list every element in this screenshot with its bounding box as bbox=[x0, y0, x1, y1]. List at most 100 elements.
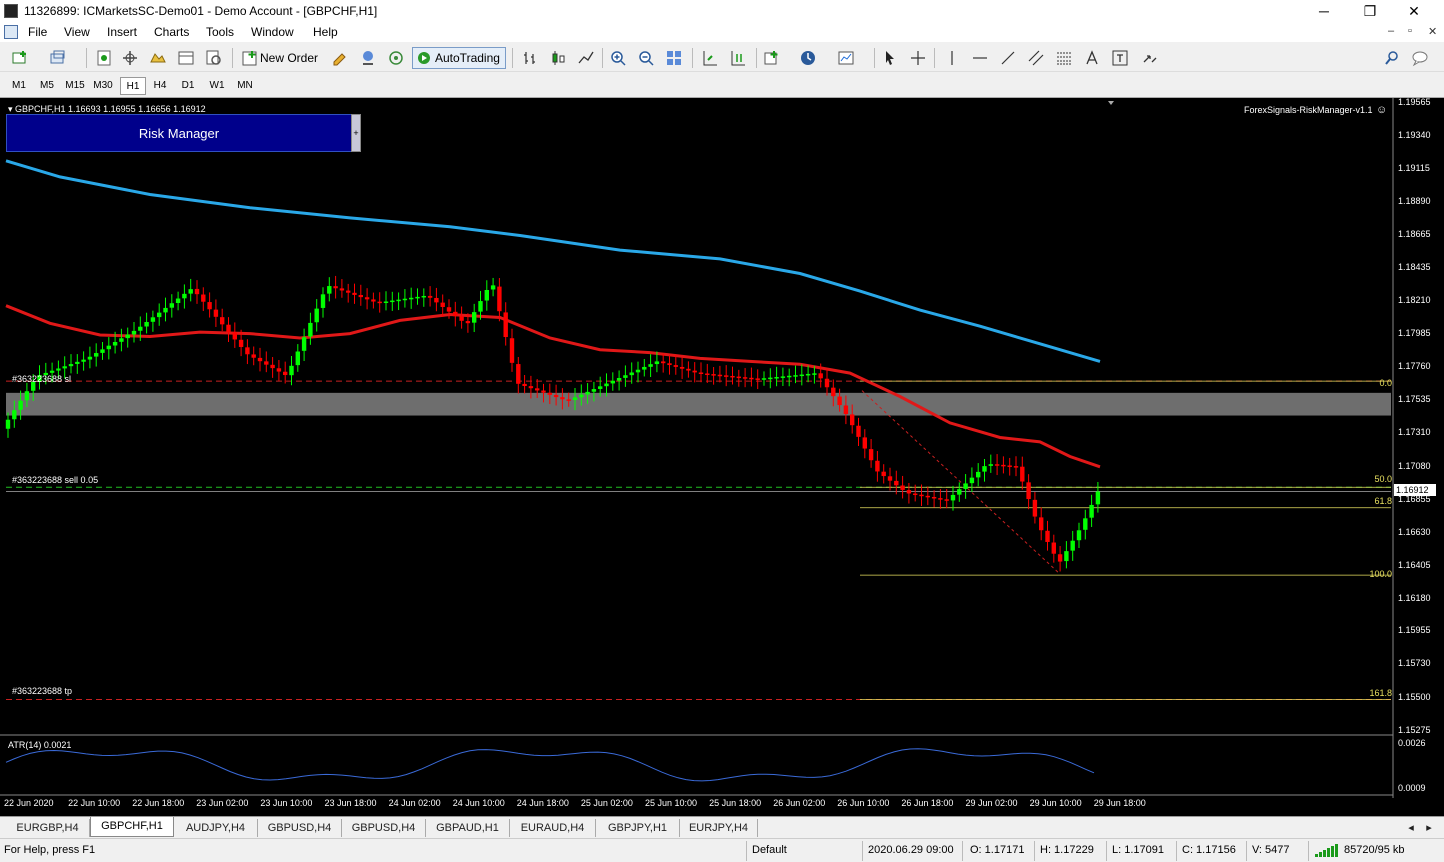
timeframe-h4[interactable]: H4 bbox=[147, 77, 173, 95]
candle-body bbox=[427, 295, 433, 298]
search-icon[interactable] bbox=[1382, 48, 1402, 68]
mdi-close-button[interactable]: ✕ bbox=[1428, 25, 1437, 38]
tab-gbpusd-h4-2[interactable]: GBPUSD,H4 bbox=[342, 819, 426, 837]
mdi-minimize-button[interactable]: – bbox=[1388, 25, 1394, 37]
mdi-restore-button[interactable]: ▫ bbox=[1408, 25, 1412, 37]
tab-eurjpy-h4[interactable]: EURJPY,H4 bbox=[680, 819, 758, 837]
arrows-icon[interactable] bbox=[1140, 48, 1160, 68]
candle-body bbox=[75, 361, 80, 364]
tabs-scroll-left-icon[interactable]: ◂ bbox=[1404, 819, 1418, 837]
tab-gbpaud-h1[interactable]: GBPAUD,H1 bbox=[426, 819, 510, 837]
candle-body bbox=[919, 494, 924, 497]
candle-body bbox=[761, 378, 767, 380]
zoom-in-icon[interactable] bbox=[608, 48, 628, 68]
equidistant-channel-icon[interactable] bbox=[1026, 48, 1046, 68]
chart-shift-icon[interactable] bbox=[700, 48, 720, 68]
periods-icon[interactable] bbox=[798, 48, 818, 68]
timeframe-w1[interactable]: W1 bbox=[204, 77, 230, 95]
tab-eurgbp-h4[interactable]: EURGBP,H4 bbox=[6, 819, 90, 837]
text-icon[interactable] bbox=[1082, 48, 1102, 68]
chat-bubble-icon[interactable] bbox=[1410, 48, 1430, 68]
candle-body bbox=[371, 299, 376, 302]
strategy-tester-icon[interactable] bbox=[204, 48, 224, 68]
menu-window[interactable]: Window bbox=[251, 25, 294, 39]
candle-body bbox=[377, 301, 382, 304]
risk-manager-panel[interactable]: Risk Manager bbox=[6, 114, 352, 152]
price-chart[interactable]: ▾ GBPCHF,H1 1.16693 1.16955 1.16656 1.16… bbox=[0, 97, 1444, 816]
timeframe-mn[interactable]: MN bbox=[232, 77, 258, 95]
zoom-out-icon[interactable] bbox=[636, 48, 656, 68]
price-axis-label: 1.15955 bbox=[1398, 625, 1431, 636]
candle-body bbox=[749, 377, 754, 380]
terminal-icon[interactable] bbox=[176, 48, 196, 68]
new-chart-icon[interactable] bbox=[10, 48, 30, 68]
atr-line bbox=[5, 748, 1095, 782]
tab-gbpjpy-h1[interactable]: GBPJPY,H1 bbox=[596, 819, 680, 837]
tab-gbpusd-h4[interactable]: GBPUSD,H4 bbox=[258, 819, 342, 837]
candle-body bbox=[516, 364, 521, 384]
bar-chart-icon[interactable] bbox=[520, 48, 540, 68]
menu-file[interactable]: File bbox=[28, 25, 47, 39]
candle-body bbox=[106, 345, 111, 350]
menu-tools[interactable]: Tools bbox=[206, 25, 234, 39]
price-axis-label: 1.18890 bbox=[1398, 195, 1431, 206]
vertical-line-icon[interactable] bbox=[942, 48, 962, 68]
signals-icon[interactable] bbox=[386, 48, 406, 68]
horizontal-line-icon[interactable] bbox=[970, 48, 990, 68]
auto-scroll-icon[interactable] bbox=[728, 48, 748, 68]
templates-icon[interactable] bbox=[836, 48, 856, 68]
candlestick-icon[interactable] bbox=[548, 48, 568, 68]
shift-marker-icon bbox=[1108, 101, 1114, 105]
candle-body bbox=[541, 390, 546, 393]
indicator-name: ForexSignals-RiskManager-v1.1 bbox=[1244, 105, 1373, 115]
candle-body bbox=[969, 477, 975, 484]
status-high: H: 1.17229 bbox=[1040, 844, 1094, 856]
close-button[interactable]: ✕ bbox=[1392, 0, 1436, 22]
menu-charts[interactable]: Charts bbox=[154, 25, 189, 39]
text-label-icon[interactable] bbox=[1110, 48, 1130, 68]
candle-body bbox=[1039, 517, 1044, 531]
candle-body bbox=[264, 361, 269, 365]
data-window-icon[interactable] bbox=[120, 48, 140, 68]
profiles-icon[interactable] bbox=[48, 48, 68, 68]
menu-view[interactable]: View bbox=[64, 25, 90, 39]
tabs-scroll-right-icon[interactable]: ▸ bbox=[1422, 819, 1436, 837]
chat-icon[interactable] bbox=[358, 48, 378, 68]
candle-body bbox=[459, 316, 464, 321]
candle-body bbox=[144, 322, 149, 327]
crosshair-icon[interactable] bbox=[908, 48, 928, 68]
timeframe-m5[interactable]: M5 bbox=[34, 77, 60, 95]
risk-manager-toggle[interactable]: + bbox=[351, 114, 361, 152]
indicators-icon[interactable] bbox=[762, 48, 782, 68]
status-low: L: 1.17091 bbox=[1112, 844, 1164, 856]
tile-windows-icon[interactable] bbox=[664, 48, 684, 68]
time-axis-label: 23 Jun 18:00 bbox=[324, 798, 377, 808]
candle-body bbox=[793, 375, 798, 377]
market-watch-icon[interactable] bbox=[94, 48, 114, 68]
timeframe-h1[interactable]: H1 bbox=[120, 77, 146, 95]
timeframe-m1[interactable]: M1 bbox=[6, 77, 32, 95]
line-chart-icon[interactable] bbox=[576, 48, 596, 68]
menu-help[interactable]: Help bbox=[313, 25, 338, 39]
trendline-icon[interactable] bbox=[998, 48, 1018, 68]
timeframe-m30[interactable]: M30 bbox=[90, 77, 116, 95]
tab-audjpy-h4[interactable]: AUDJPY,H4 bbox=[174, 819, 258, 837]
candle-body bbox=[925, 495, 930, 498]
candle-body bbox=[598, 386, 603, 389]
menu-insert[interactable]: Insert bbox=[107, 25, 137, 39]
candle-body bbox=[950, 494, 956, 501]
price-axis-label: 1.17985 bbox=[1398, 328, 1431, 339]
navigator-icon[interactable] bbox=[148, 48, 168, 68]
timeframe-m15[interactable]: M15 bbox=[62, 77, 88, 95]
candle-body bbox=[610, 380, 615, 384]
cursor-icon[interactable] bbox=[880, 48, 900, 68]
chart-window-icon[interactable] bbox=[4, 25, 18, 39]
minimize-button[interactable]: ─ bbox=[1302, 0, 1346, 22]
metaeditor-icon[interactable] bbox=[330, 48, 350, 68]
candle-body bbox=[705, 373, 710, 376]
tab-gbpchf-h1[interactable]: GBPCHF,H1 bbox=[90, 817, 174, 837]
tab-euraud-h4[interactable]: EURAUD,H4 bbox=[510, 819, 596, 837]
restore-button[interactable]: ❐ bbox=[1348, 0, 1392, 22]
timeframe-d1[interactable]: D1 bbox=[175, 77, 201, 95]
fibonacci-icon[interactable] bbox=[1054, 48, 1074, 68]
